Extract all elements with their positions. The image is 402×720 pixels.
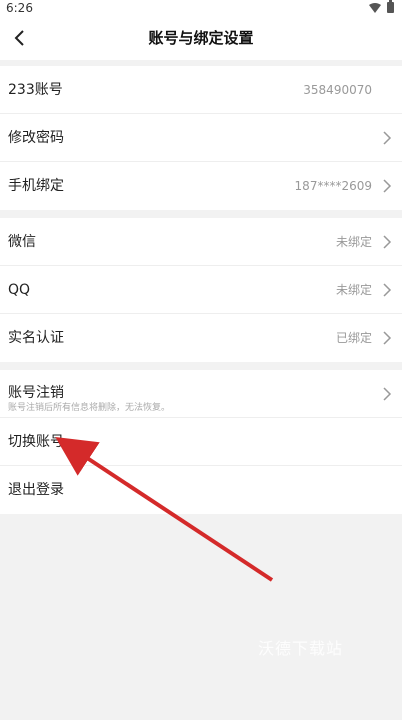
account-id-value: 358490070 xyxy=(303,83,372,97)
status-icons xyxy=(369,0,394,13)
realname-verification-row[interactable]: 实名认证 已绑定 xyxy=(0,314,402,362)
chevron-right-icon xyxy=(383,387,392,401)
logout-label: 退出登录 xyxy=(8,482,64,498)
switch-account-label: 切换账号 xyxy=(8,434,64,450)
cancel-account-label: 账号注销 xyxy=(8,385,64,401)
account-management-group: 账号注销 账号注销后所有信息将删除，无法恢复。 切换账号 退出登录 xyxy=(0,370,402,514)
wechat-status: 未绑定 xyxy=(335,235,372,249)
third-party-binding-group: 微信 未绑定 QQ 未绑定 实名认证 已绑定 xyxy=(0,218,402,362)
chevron-right-icon xyxy=(383,331,392,345)
chevron-right-icon xyxy=(383,283,392,297)
cancel-account-row[interactable]: 账号注销 账号注销后所有信息将删除，无法恢复。 xyxy=(0,370,402,418)
account-info-group: 233账号 358490070 修改密码 手机绑定 187****2609 xyxy=(0,66,402,210)
wifi-icon xyxy=(369,2,381,13)
app-bar: 账号与绑定设置 xyxy=(0,16,402,60)
chevron-right-icon xyxy=(383,179,392,193)
change-password-row[interactable]: 修改密码 xyxy=(0,114,402,162)
logout-row[interactable]: 退出登录 xyxy=(0,466,402,514)
watermark: 沃德下载站 xyxy=(258,639,344,658)
page-title: 账号与绑定设置 xyxy=(148,29,254,47)
realname-label: 实名认证 xyxy=(8,330,64,346)
phone-binding-label: 手机绑定 xyxy=(8,178,64,194)
realname-status: 已绑定 xyxy=(335,331,372,345)
wechat-label: 微信 xyxy=(8,234,36,250)
qq-status: 未绑定 xyxy=(335,283,372,297)
phone-binding-value: 187****2609 xyxy=(294,179,372,193)
switch-account-row[interactable]: 切换账号 xyxy=(0,418,402,466)
account-id-row: 233账号 358490070 xyxy=(0,66,402,114)
change-password-label: 修改密码 xyxy=(8,130,64,146)
chevron-right-icon xyxy=(383,131,392,145)
cancel-account-hint: 账号注销后所有信息将删除，无法恢复。 xyxy=(8,403,171,413)
account-id-label: 233账号 xyxy=(8,82,63,98)
wechat-binding-row[interactable]: 微信 未绑定 xyxy=(0,218,402,266)
qq-label: QQ xyxy=(8,282,31,298)
qq-binding-row[interactable]: QQ 未绑定 xyxy=(0,266,402,314)
phone-binding-row[interactable]: 手机绑定 187****2609 xyxy=(0,162,402,210)
chevron-right-icon xyxy=(383,235,392,249)
battery-icon xyxy=(387,0,394,13)
status-time: 6:26 xyxy=(6,1,33,15)
status-bar: 6:26 xyxy=(0,0,402,16)
